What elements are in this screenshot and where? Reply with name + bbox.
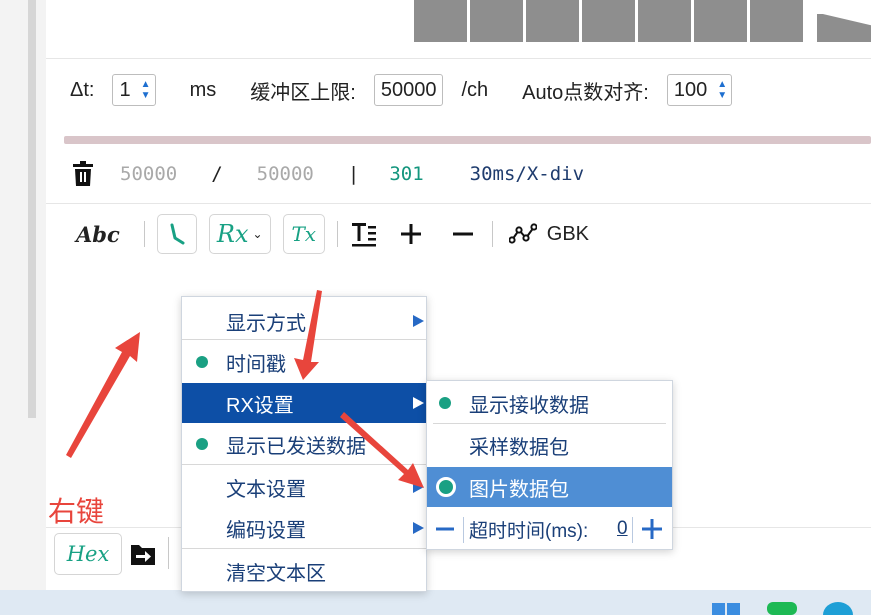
annotation-arrows [66,290,424,488]
right-click-annotation: 右键 [48,496,105,527]
